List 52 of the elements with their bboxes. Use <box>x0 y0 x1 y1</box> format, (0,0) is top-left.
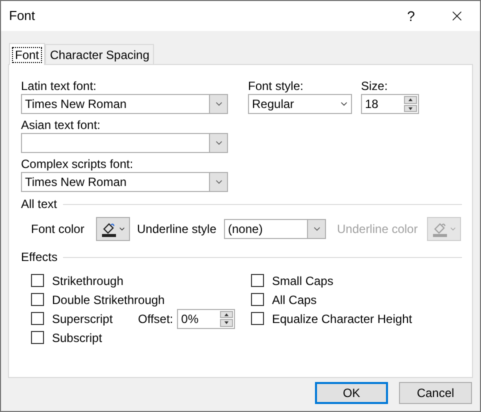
checkbox-option[interactable]: Equalize Character Height <box>251 309 412 328</box>
checkbox[interactable] <box>31 293 44 306</box>
checkbox-option[interactable]: Double Strikethrough <box>31 290 165 309</box>
checkbox[interactable] <box>31 331 44 344</box>
spin-arrows-icon[interactable] <box>219 310 234 328</box>
field-label: Asian text font: <box>21 118 102 133</box>
checkbox-label: Double Strikethrough <box>52 292 165 308</box>
field-label: Font style: <box>248 79 304 94</box>
paint-bucket-icon <box>100 221 116 237</box>
font-color-button[interactable] <box>96 217 130 241</box>
field-label: Underline style <box>137 221 218 238</box>
group-heading: All text <box>21 196 58 213</box>
checkbox-option[interactable]: Subscript <box>31 328 102 347</box>
checkbox[interactable] <box>251 312 264 325</box>
field-label: Complex scripts font: <box>21 157 134 172</box>
checkbox[interactable] <box>31 274 44 287</box>
field-label: Offset: <box>138 310 174 328</box>
checkbox[interactable] <box>251 293 264 306</box>
checkbox-option[interactable]: All Caps <box>251 290 317 309</box>
tab[interactable]: Character Spacing <box>45 44 154 64</box>
size-spinner[interactable]: 18 <box>361 94 419 114</box>
chevron-icon <box>118 225 126 233</box>
underline-color-button[interactable] <box>427 217 461 241</box>
chevron-icon <box>448 225 456 233</box>
spin-arrows-icon[interactable] <box>403 95 418 113</box>
font-style-dropdown[interactable]: Regular <box>248 94 352 114</box>
complex-font-dropdown[interactable]: Times New Roman <box>21 172 228 192</box>
checkbox-option[interactable]: Superscript <box>31 309 113 328</box>
tab[interactable]: Font <box>9 43 46 65</box>
underline-style-dropdown[interactable]: (none) <box>224 219 326 239</box>
checkbox-option[interactable]: Small Caps <box>251 271 334 290</box>
dialog-button[interactable]: OK <box>315 382 388 404</box>
latin-font-dropdown[interactable]: Times New Roman <box>21 94 228 114</box>
help-button[interactable]: ? <box>388 1 434 31</box>
checkbox[interactable] <box>31 312 44 325</box>
checkbox-label: Small Caps <box>272 272 334 290</box>
checkbox-label: Equalize Character Height <box>272 310 412 328</box>
window-title: Font <box>9 7 36 26</box>
checkbox-label: All Caps <box>272 292 317 308</box>
checkbox-label: Subscript <box>52 330 102 346</box>
offset-spinner[interactable]: 0% <box>177 308 236 328</box>
paint-bucket-icon <box>432 221 448 237</box>
field-label: Font color <box>31 221 86 238</box>
checkbox-option[interactable]: Strikethrough <box>31 271 124 290</box>
group-heading: Effects <box>21 249 58 266</box>
dialog-button[interactable]: Cancel <box>399 382 472 404</box>
field-label: Size: <box>361 79 389 94</box>
field-label: Latin text font: <box>21 79 98 94</box>
checkbox-label: Strikethrough <box>52 272 124 290</box>
checkbox-label: Superscript <box>52 310 113 328</box>
field-label: Underline color <box>337 221 419 238</box>
checkbox[interactable] <box>251 274 264 287</box>
